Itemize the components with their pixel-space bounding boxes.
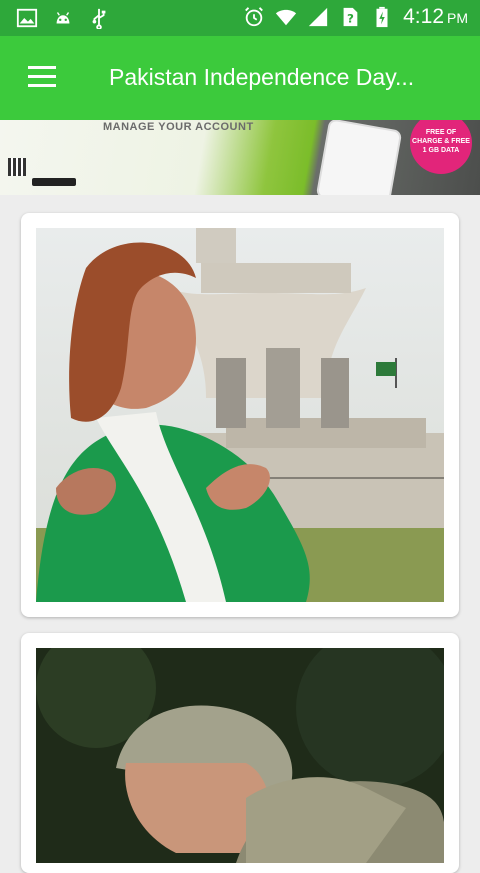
wallpaper-card[interactable] (21, 213, 459, 617)
page-title: Pakistan Independence Day... (109, 64, 415, 90)
sim-unknown-icon: ? (343, 7, 358, 27)
clock-time: 4:12 (403, 5, 444, 28)
wifi-icon (276, 9, 297, 26)
qr-code-icon (8, 158, 26, 176)
phone-image (315, 120, 403, 195)
signal-icon (308, 7, 328, 27)
clock-ampm: PM (447, 10, 468, 26)
image-icon (16, 8, 38, 28)
svg-text:?: ? (347, 12, 354, 26)
android-icon (56, 12, 70, 24)
app-bar: Pakistan Independence Day... (0, 36, 480, 120)
clock: 4:12 PM (403, 5, 468, 29)
store-badge-icon (32, 178, 76, 186)
wallpaper-image[interactable] (36, 228, 444, 602)
wallpaper-image[interactable] (36, 648, 444, 863)
battery-charging-icon (376, 6, 388, 28)
wallpaper-card[interactable] (21, 633, 459, 873)
status-bar: ? 4:12 PM (0, 0, 480, 36)
ad-banner[interactable]: MANAGE YOUR ACCOUNT FREE OF CHARGE & FRE… (0, 120, 480, 195)
alarm-icon (245, 7, 264, 27)
hamburger-menu-icon[interactable] (28, 66, 56, 88)
usb-icon (92, 8, 106, 29)
banner-text: MANAGE YOUR ACCOUNT (103, 121, 254, 133)
